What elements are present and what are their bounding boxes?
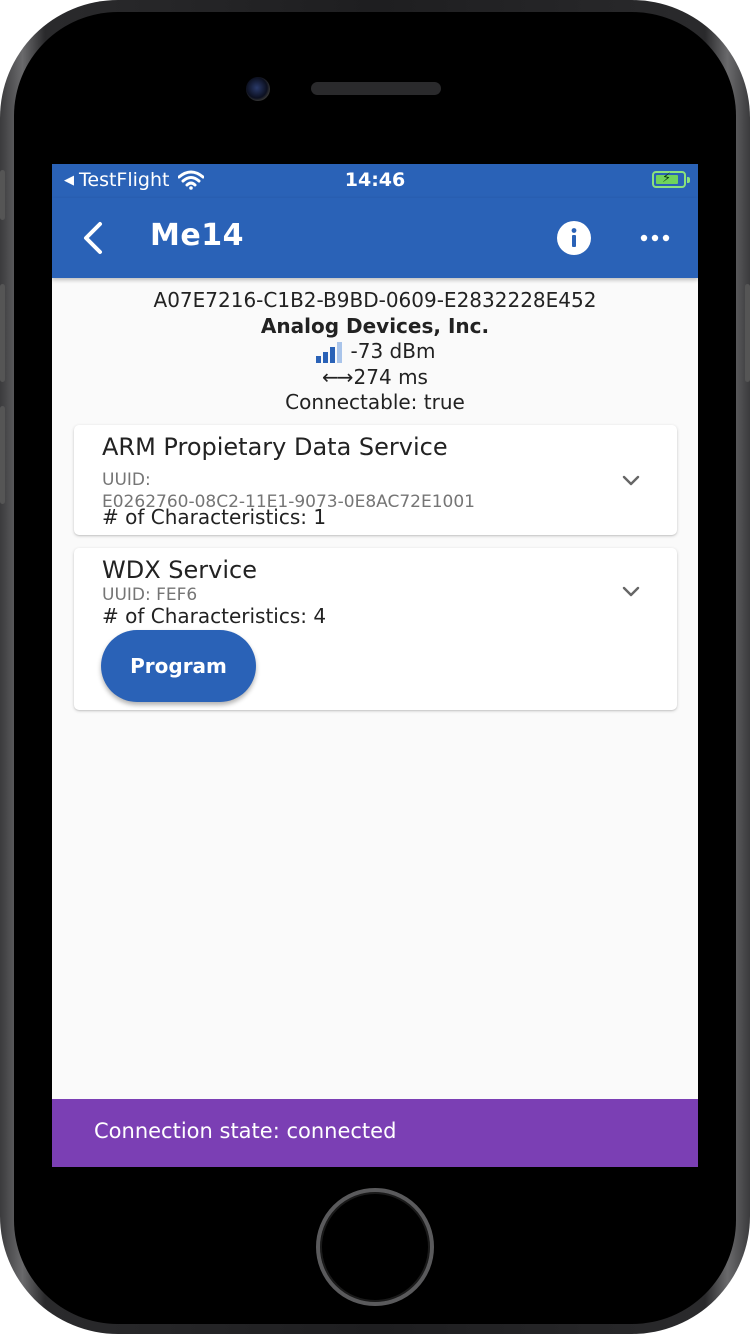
device-address: A07E7216-C1B2-B9BD-0609-E2832228E452 bbox=[153, 288, 597, 312]
status-bar: ◀ TestFlight 14:46 ⚡ bbox=[52, 164, 698, 198]
more-options-icon[interactable] bbox=[637, 220, 673, 256]
interval-value: 274 ms bbox=[353, 364, 428, 389]
connection-status-bar: Connection state: connected bbox=[52, 1099, 698, 1167]
connection-state: Connection state: connected bbox=[94, 1119, 397, 1143]
service-card-wdx[interactable]: WDX Service UUID: FEF6 # of Characterist… bbox=[74, 548, 677, 710]
characteristics-count: # of Characteristics: 1 bbox=[102, 505, 327, 529]
service-name: ARM Propietary Data Service bbox=[102, 433, 448, 461]
front-camera bbox=[246, 77, 270, 101]
chevron-down-icon[interactable] bbox=[619, 580, 643, 604]
info-icon[interactable] bbox=[556, 220, 592, 256]
manufacturer-name: Analog Devices, Inc. bbox=[260, 313, 490, 338]
volume-down-button bbox=[0, 406, 5, 504]
power-button bbox=[745, 284, 750, 382]
service-uuid: UUID: FEF6 bbox=[102, 585, 198, 605]
back-arrow-icon[interactable] bbox=[76, 218, 116, 258]
program-button[interactable]: Program bbox=[101, 630, 256, 702]
earpiece-speaker bbox=[311, 82, 441, 95]
silent-switch bbox=[0, 170, 5, 220]
interval-row: ←→ 274 ms bbox=[52, 365, 698, 391]
charging-bolt-icon: ⚡ bbox=[662, 171, 672, 186]
connectable-status: Connectable: true bbox=[285, 390, 465, 414]
volume-up-button bbox=[0, 284, 5, 382]
characteristics-count: # of Characteristics: 4 bbox=[102, 604, 327, 628]
phone-frame: ◀ TestFlight 14:46 ⚡ Me14 A07E7216-C1B2-… bbox=[0, 0, 750, 1334]
service-card-arm[interactable]: ARM Propietary Data Service UUID: E02627… bbox=[74, 425, 677, 535]
page-title: Me14 bbox=[150, 218, 244, 253]
app-screen: ◀ TestFlight 14:46 ⚡ Me14 A07E7216-C1B2-… bbox=[52, 164, 698, 1167]
interval-arrows-icon: ←→ bbox=[322, 364, 353, 389]
rssi-row: -73 dBm bbox=[52, 339, 698, 365]
status-time: 14:46 bbox=[344, 169, 406, 191]
home-button[interactable] bbox=[316, 1188, 434, 1306]
signal-strength-icon bbox=[315, 341, 342, 363]
rssi-value: -73 dBm bbox=[350, 339, 436, 363]
device-info: A07E7216-C1B2-B9BD-0609-E2832228E452 Ana… bbox=[52, 288, 698, 416]
service-name: WDX Service bbox=[102, 556, 257, 584]
chevron-down-icon[interactable] bbox=[619, 469, 643, 493]
app-bar: Me14 bbox=[52, 198, 698, 278]
service-uuid-label: UUID: bbox=[102, 470, 151, 490]
battery-icon: ⚡ bbox=[652, 171, 690, 188]
